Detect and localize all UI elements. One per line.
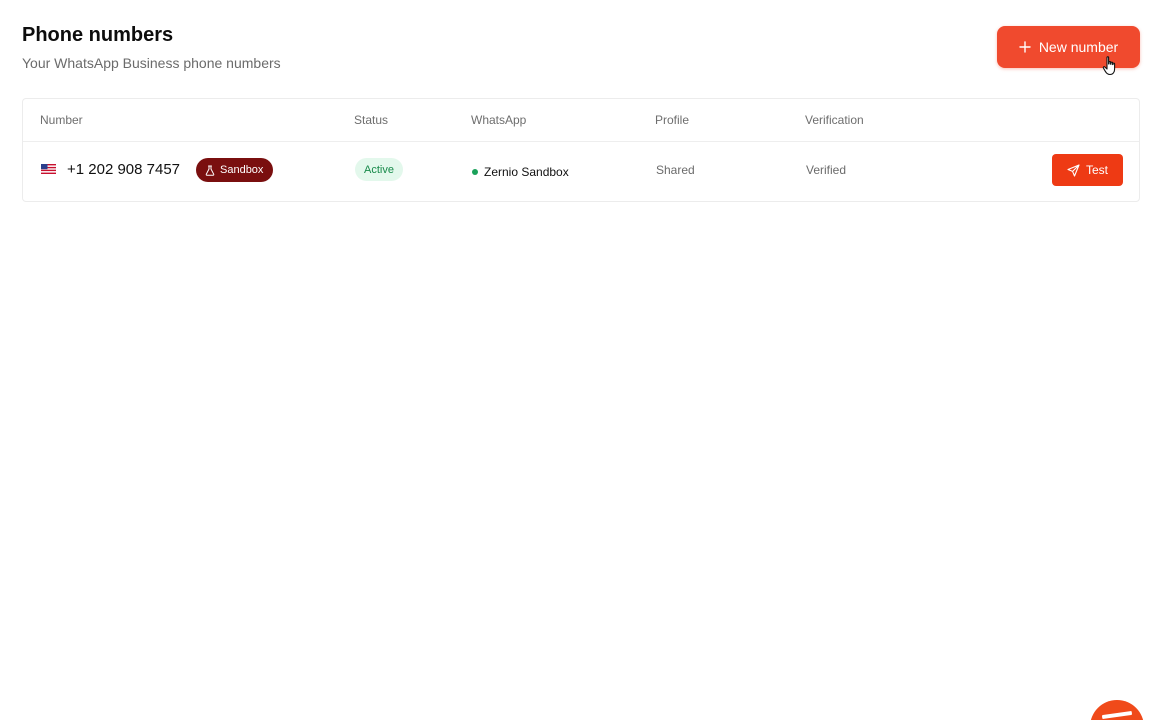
column-header-profile: Profile xyxy=(655,113,690,127)
verification-value: Verified xyxy=(806,163,847,177)
table-row[interactable]: +1 202 908 7457 Sandbox Active Zernio Sa… xyxy=(23,142,1139,200)
whatsapp-account-name: Zernio Sandbox xyxy=(484,165,569,179)
page-header: Phone numbers Your WhatsApp Business pho… xyxy=(22,22,281,71)
send-icon xyxy=(1067,163,1080,177)
page-subtitle: Your WhatsApp Business phone numbers xyxy=(22,55,281,71)
page: Phone numbers Your WhatsApp Business pho… xyxy=(0,0,1160,720)
table-header: Number Status WhatsApp Profile Verificat… xyxy=(23,99,1139,142)
new-number-label: New number xyxy=(1038,39,1119,55)
column-header-whatsapp: WhatsApp xyxy=(471,113,527,127)
hand-cursor-icon xyxy=(1102,56,1116,76)
status-badge: Active xyxy=(355,158,403,181)
test-button[interactable]: Test xyxy=(1052,154,1123,186)
chat-launcher-icon xyxy=(1101,710,1133,720)
phone-numbers-table: Number Status WhatsApp Profile Verificat… xyxy=(22,98,1140,202)
us-flag-icon xyxy=(41,164,56,174)
flask-icon xyxy=(205,165,215,176)
column-header-verification: Verification xyxy=(805,113,864,127)
page-title: Phone numbers xyxy=(22,24,174,46)
plus-icon xyxy=(1019,41,1031,53)
test-button-label: Test xyxy=(1085,163,1108,177)
whatsapp-status-dot xyxy=(472,169,478,175)
phone-number: +1 202 908 7457 xyxy=(67,161,181,178)
sandbox-badge-label: Sandbox xyxy=(220,164,264,176)
chat-launcher-button[interactable] xyxy=(1090,700,1144,720)
column-header-status: Status xyxy=(354,113,389,127)
column-header-number: Number xyxy=(40,113,83,127)
sandbox-badge: Sandbox xyxy=(196,158,274,182)
profile-value: Shared xyxy=(656,163,695,177)
